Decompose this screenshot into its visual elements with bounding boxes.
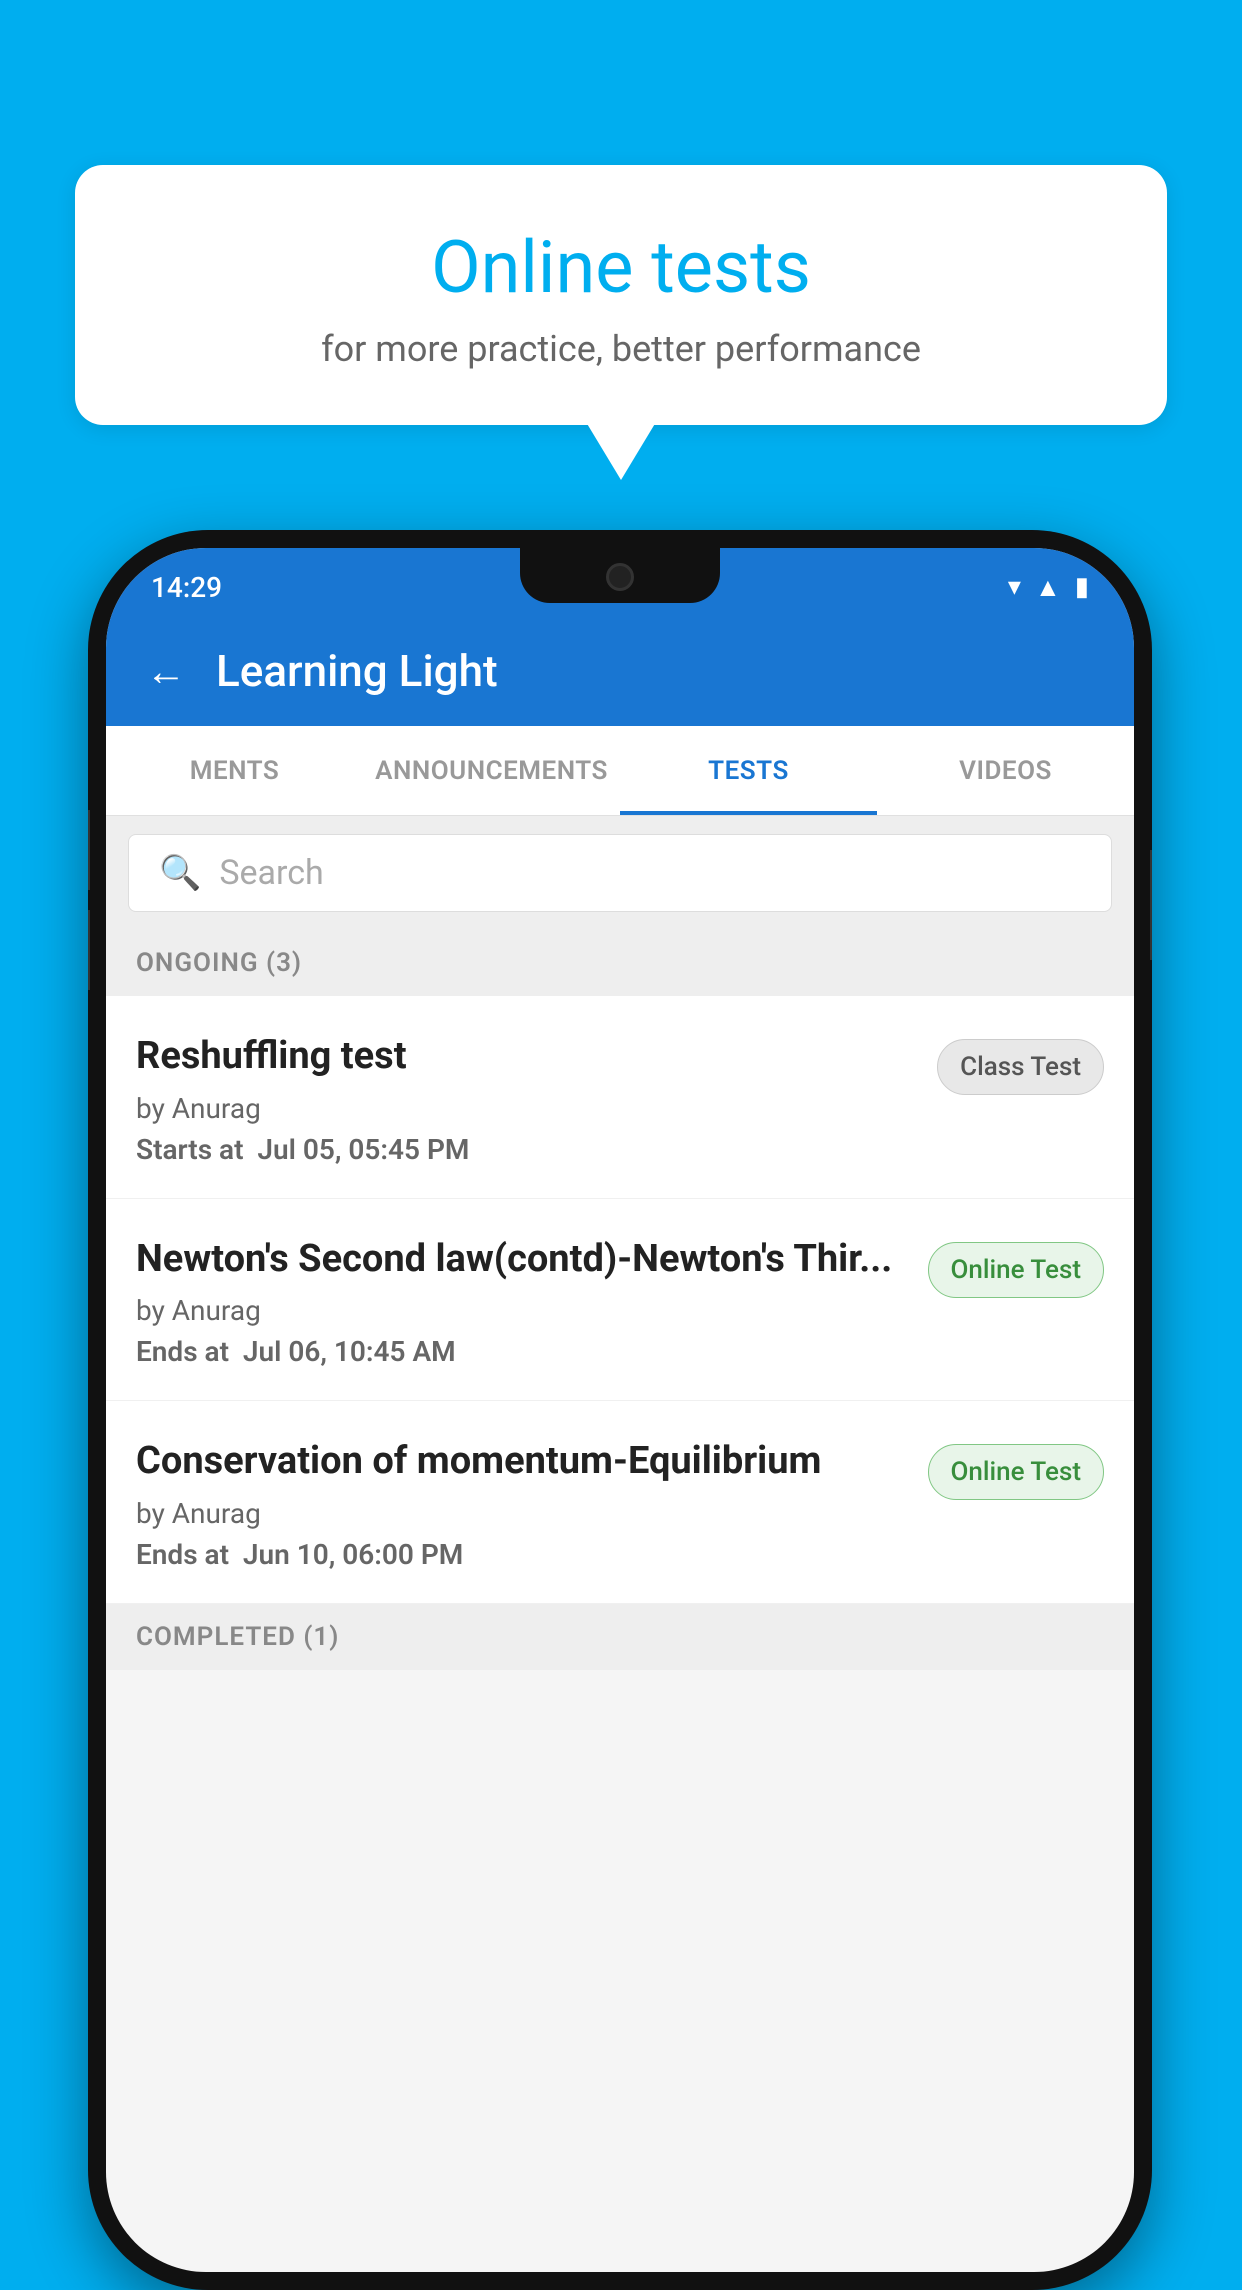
camera-icon [606,563,634,591]
test-author-2: by Anurag [136,1294,908,1327]
status-time: 14:29 [151,571,222,604]
test-author-3: by Anurag [136,1497,908,1530]
test-author-1: by Anurag [136,1092,917,1125]
ongoing-section-header: ONGOING (3) [106,930,1134,996]
tab-videos[interactable]: VIDEOS [877,726,1134,815]
battery-icon: ▮ [1075,572,1089,602]
tests-list: Reshuffling test by Anurag Starts at Jul… [106,996,1134,1604]
speech-bubble-container: Online tests for more practice, better p… [75,165,1167,425]
test-item-2[interactable]: Newton's Second law(contd)-Newton's Thir… [106,1199,1134,1402]
search-container: 🔍 Search [106,816,1134,930]
status-icons: ▾ ▲ ▮ [1008,572,1089,603]
app-title: Learning Light [216,645,498,697]
speech-bubble: Online tests for more practice, better p… [75,165,1167,425]
tabs-bar: MENTS ANNOUNCEMENTS TESTS VIDEOS [106,726,1134,816]
ongoing-header-text: ONGOING (3) [136,948,302,978]
test-badge-1: Class Test [937,1039,1104,1095]
back-button[interactable]: ← [146,648,186,695]
tab-announcements[interactable]: ANNOUNCEMENTS [363,726,620,815]
test-item-1[interactable]: Reshuffling test by Anurag Starts at Jul… [106,996,1134,1199]
test-time-1: Starts at Jul 05, 05:45 PM [136,1133,917,1166]
phone-frame: 14:29 ▾ ▲ ▮ ← Learning Light MENTS ANNOU… [88,530,1152,2290]
test-name-3: Conservation of momentum-Equilibrium [136,1439,908,1485]
test-info-3: Conservation of momentum-Equilibrium by … [136,1439,908,1571]
test-badge-2: Online Test [928,1242,1105,1298]
volume-up-button[interactable] [88,810,90,890]
test-time-2: Ends at Jul 06, 10:45 AM [136,1335,908,1368]
search-input-wrapper[interactable]: 🔍 Search [128,834,1112,912]
search-icon: 🔍 [159,853,201,893]
test-info-1: Reshuffling test by Anurag Starts at Jul… [136,1034,917,1166]
test-item-3[interactable]: Conservation of momentum-Equilibrium by … [106,1401,1134,1604]
phone-notch [520,548,720,603]
tab-tests[interactable]: TESTS [620,726,877,815]
test-name-2: Newton's Second law(contd)-Newton's Thir… [136,1237,908,1283]
completed-header-text: COMPLETED (1) [136,1622,339,1652]
volume-down-button[interactable] [88,910,90,990]
wifi-icon: ▾ [1008,572,1021,602]
speech-bubble-subtitle: for more practice, better performance [155,328,1087,370]
test-time-3: Ends at Jun 10, 06:00 PM [136,1538,908,1571]
test-info-2: Newton's Second law(contd)-Newton's Thir… [136,1237,908,1369]
phone-screen: 14:29 ▾ ▲ ▮ ← Learning Light MENTS ANNOU… [106,548,1134,2272]
search-placeholder: Search [219,853,323,893]
speech-bubble-title: Online tests [155,225,1087,310]
power-button[interactable] [1150,850,1152,960]
app-bar: ← Learning Light [106,616,1134,726]
test-name-1: Reshuffling test [136,1034,917,1080]
completed-section-header: COMPLETED (1) [106,1604,1134,1670]
tab-ments[interactable]: MENTS [106,726,363,815]
test-badge-3: Online Test [928,1444,1105,1500]
signal-icon: ▲ [1035,572,1061,603]
